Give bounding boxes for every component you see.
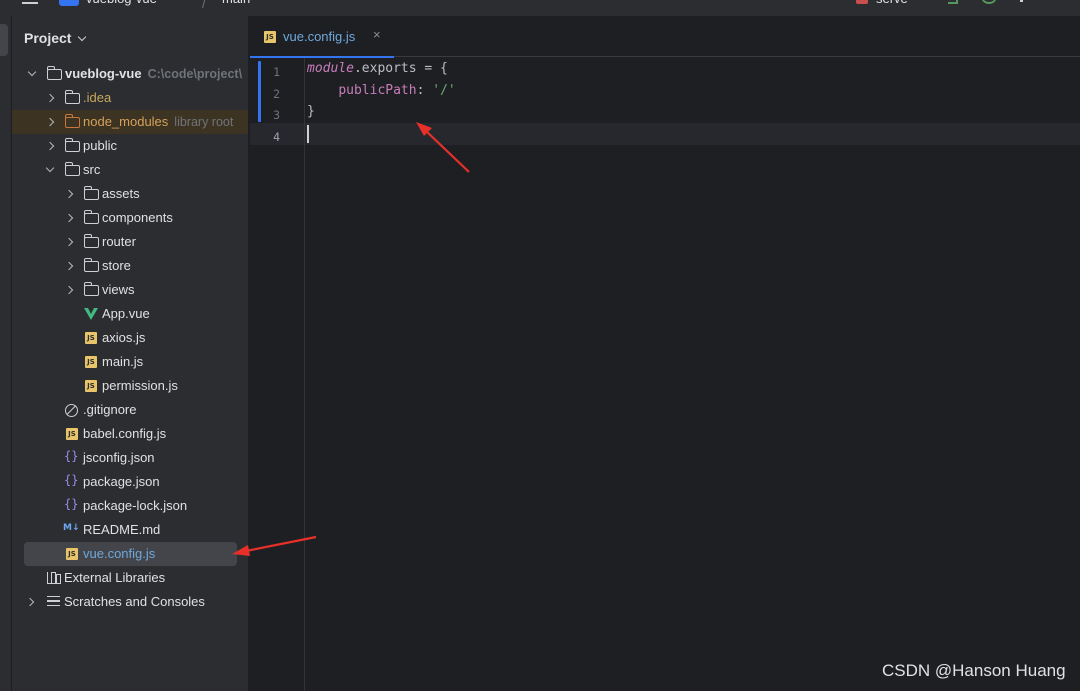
annotation-arrow-editor: [416, 122, 470, 173]
annotation-arrow-tree: [232, 535, 317, 556]
annotation-arrows: [232, 122, 470, 556]
watermark: CSDN @Hanson Huang: [882, 661, 1066, 680]
